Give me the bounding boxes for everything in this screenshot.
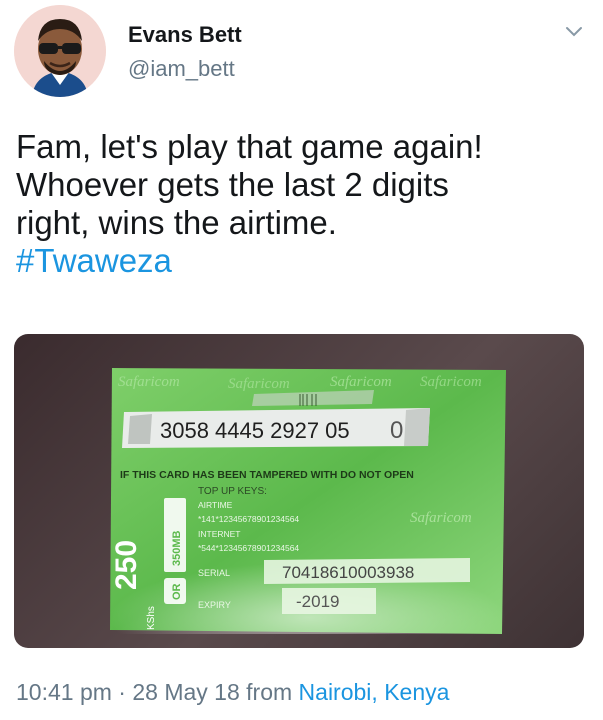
card-brand-watermark: Safaricom <box>410 510 472 526</box>
scratch-card-photo: Safaricom Safaricom Safaricom Safaricom … <box>110 368 506 634</box>
expiry-date: -2019 <box>296 592 339 611</box>
tweet-text-line: Whoever gets the last 2 digits <box>16 166 449 203</box>
author-name[interactable]: Evans Bett <box>128 22 242 48</box>
internet-label: INTERNET <box>198 529 241 539</box>
card-brand-watermark: Safaricom <box>330 374 392 390</box>
airtime-code: *141*12345678901234564 <box>198 514 299 524</box>
tweet-text: Fam, let's play that game again! Whoever… <box>16 128 591 280</box>
or-label: OR <box>171 583 183 600</box>
avatar-image <box>14 5 106 97</box>
chevron-down-icon[interactable] <box>563 20 585 42</box>
tweet: Evans Bett @iam_bett Fam, let's play tha… <box>0 0 603 720</box>
tweet-text-line: Fam, let's play that game again! <box>16 128 483 165</box>
topup-keys-label: TOP UP KEYS: <box>198 486 267 497</box>
card-brand-watermark: Safaricom <box>420 374 482 390</box>
data-bundle: 350MB <box>171 530 183 566</box>
card-amount: 250 <box>110 540 143 590</box>
expiry-label: EXPIRY <box>198 600 231 610</box>
hashtag-link[interactable]: #Twaweza <box>16 242 591 280</box>
tweet-metadata: 10:41 pm · 28 May 18 from Nairobi, Kenya <box>16 679 449 706</box>
serial-label: SERIAL <box>198 568 230 578</box>
meta-from: from <box>239 679 299 705</box>
internet-code: *544*12345678901234564 <box>198 543 299 553</box>
avatar[interactable] <box>14 5 106 97</box>
airtime-label: AIRTIME <box>198 500 233 510</box>
tweet-time[interactable]: 10:41 pm <box>16 679 112 705</box>
tweet-photo[interactable]: Safaricom Safaricom Safaricom Safaricom … <box>14 334 584 648</box>
pin-last-digit: 0 <box>390 417 403 444</box>
card-currency: KShs <box>146 606 157 630</box>
card-brand-watermark: Safaricom <box>228 376 290 392</box>
pin-number: 3058 4445 2927 05 <box>160 418 350 443</box>
tweet-text-line: right, wins the airtime. <box>16 204 337 241</box>
author-handle[interactable]: @iam_bett <box>128 56 235 82</box>
tweet-location[interactable]: Nairobi, Kenya <box>299 679 450 705</box>
serial-number: 70418610003938 <box>282 563 414 582</box>
meta-separator: · <box>111 679 133 705</box>
card-brand-watermark: Safaricom <box>118 374 180 390</box>
tamper-warning: IF THIS CARD HAS BEEN TAMPERED WITH DO N… <box>120 469 414 481</box>
tweet-date[interactable]: 28 May 18 <box>132 679 239 705</box>
